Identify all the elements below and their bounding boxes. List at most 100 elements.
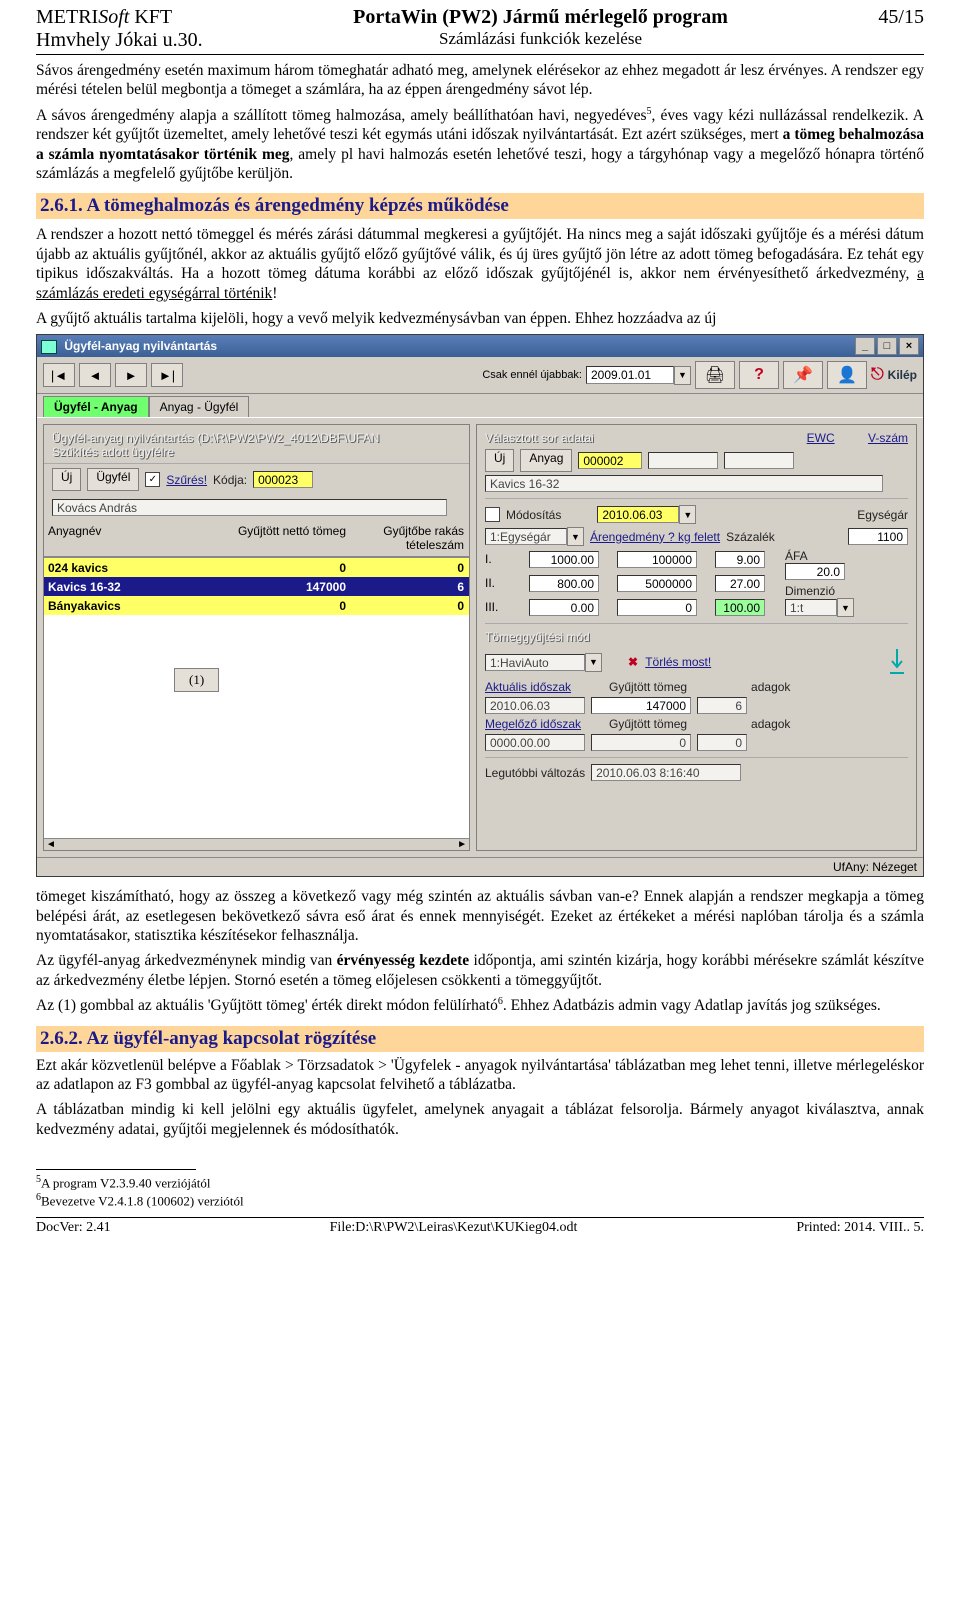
hdr-subtitle: Számlázási funkciók kezelése <box>353 29 728 49</box>
vat-label: ÁFA <box>785 549 908 563</box>
minimize-button[interactable]: _ <box>855 337 875 355</box>
col-anyagnev: Anyagnév <box>44 520 222 556</box>
exit-button[interactable]: ⎋ Kilép <box>871 366 917 384</box>
new-button[interactable]: Új <box>52 468 81 491</box>
print-icon[interactable]: 🖨 <box>695 361 735 389</box>
table-row[interactable]: 024 kavics 0 0 <box>44 558 469 577</box>
col-tetelszam: Gyűjtőbe rakás tételeszám <box>350 520 468 556</box>
akt-period-label: Aktuális időszak <box>485 680 595 694</box>
user-icon[interactable]: 👤 <box>827 361 867 389</box>
hdr-company: METRISoft KFT <box>36 6 203 29</box>
filter-label: Szűkítés adott ügyfélre <box>52 445 461 459</box>
refresh-icon[interactable] <box>886 647 908 677</box>
row-II-c[interactable]: 27.00 <box>715 575 765 592</box>
footer-docver: DocVer: 2.41 <box>36 1220 111 1236</box>
newer-than-label: Csak ennél újabbak: <box>482 370 582 381</box>
lastchange-value: 2010.06.03 8:16:40 <box>591 764 741 781</box>
filter-checkbox[interactable]: ✓ <box>145 472 160 487</box>
para-7: Az (1) gombbal az aktuális 'Gyűjtött töm… <box>36 996 924 1016</box>
nav-prev-button[interactable]: ◄ <box>79 363 111 387</box>
akt-gyt[interactable]: 147000 <box>591 697 691 714</box>
row-II-a[interactable]: 800.00 <box>529 575 599 592</box>
row-III-a[interactable]: 0.00 <box>529 599 599 616</box>
help-icon[interactable]: ? <box>739 361 779 389</box>
unitprice-label: Egységár <box>857 508 908 522</box>
footnote-6: 6Bevezetve V2.4.1.8 (100602) verziótól <box>36 1192 924 1209</box>
para-8: Ezt akár közvetlenül belépve a Főablak >… <box>36 1056 924 1095</box>
window-title: Ügyfél-anyag nyilvántartás <box>41 339 217 354</box>
meg-date: 0000.00.00 <box>485 734 585 751</box>
ewc-link[interactable]: EWC <box>807 431 835 445</box>
para-2: A sávos árengedmény alapja a szállított … <box>36 106 924 184</box>
para-4: A gyűjtő aktuális tartalma kijelöli, hog… <box>36 309 924 328</box>
masscollect-icon[interactable]: ▼ <box>585 653 602 672</box>
unit-combo-icon[interactable]: ▼ <box>567 527 584 546</box>
tab-anyag-ugyfel[interactable]: Anyag - Ügyfél <box>149 396 250 417</box>
dim-label: Dimenzió <box>785 584 908 598</box>
row-I-c[interactable]: 9.00 <box>715 551 765 568</box>
new-right-button[interactable]: Új <box>485 449 514 472</box>
unitprice-input[interactable]: 1100 <box>848 528 908 545</box>
vat-input[interactable]: 20.0 <box>785 563 845 580</box>
customer-button[interactable]: Ügyfél <box>87 468 139 491</box>
masscollect-label: Tömeggyűjtési mód <box>485 630 908 644</box>
meg-gyt: 0 <box>591 734 691 751</box>
vszam-link[interactable]: V-szám <box>868 431 908 445</box>
para-1: Sávos árengedmény esetén maximum három t… <box>36 61 924 100</box>
filter-link[interactable]: Szűrés! <box>166 473 207 487</box>
tab-ugyfel-anyag[interactable]: Ügyfél - Anyag <box>43 396 149 417</box>
date-dropdown-icon[interactable]: ▼ <box>674 366 691 385</box>
row-III-c[interactable]: 100.00 <box>715 599 765 616</box>
maximize-button[interactable]: □ <box>877 337 897 355</box>
unit-combo[interactable]: 1:Egységár <box>485 528 567 545</box>
material-name-field: Kavics 16-32 <box>485 475 883 492</box>
pin-icon[interactable]: 📌 <box>783 361 823 389</box>
meg-adag: 0 <box>697 734 747 751</box>
date-filter-input[interactable]: 2009.01.01 <box>586 366 674 384</box>
close-button[interactable]: × <box>899 337 919 355</box>
validity-date[interactable]: 2010.06.03 <box>597 506 679 523</box>
akt-date: 2010.06.03 <box>485 697 585 714</box>
modify-label: Módosítás <box>506 508 561 522</box>
nav-next-button[interactable]: ► <box>115 363 147 387</box>
co-pre: METRI <box>36 6 98 28</box>
footer-printed: Printed: 2014. VIII.. 5. <box>796 1220 924 1236</box>
dim-combo-icon[interactable]: ▼ <box>837 598 854 617</box>
date-dd-icon[interactable]: ▼ <box>679 505 696 524</box>
lastchange-label: Legutóbbi változás <box>485 766 585 780</box>
code-label: Kódja: <box>213 473 247 487</box>
meg-period-label: Megelőző időszak <box>485 717 595 731</box>
modify-checkbox[interactable] <box>485 507 500 522</box>
co-post: KFT <box>129 6 172 28</box>
hdr-page: 45/15 <box>878 6 924 29</box>
row-II-b[interactable]: 5000000 <box>617 575 697 592</box>
material-button[interactable]: Anyag <box>520 449 572 472</box>
row-II-lbl: II. <box>485 576 521 590</box>
table-row[interactable]: Kavics 16-32 147000 6 <box>44 577 469 596</box>
code-input[interactable]: 000023 <box>253 471 313 488</box>
h-scrollbar[interactable]: ◄► <box>44 838 469 850</box>
row-III-lbl: III. <box>485 600 521 614</box>
ewc-input[interactable] <box>648 452 718 469</box>
material-code[interactable]: 000002 <box>578 452 642 469</box>
row-I-b[interactable]: 100000 <box>617 551 697 568</box>
delete-now-button[interactable]: ✖ Törlés most! <box>628 655 711 669</box>
para-6: Az ügyfél-anyag árkedvezménynek mindig v… <box>36 951 924 990</box>
discount-label: Árengedmény ? kg felett <box>590 530 720 544</box>
nav-last-button[interactable]: ►| <box>151 363 183 387</box>
overlay-button-1[interactable]: (1) <box>174 668 219 692</box>
nav-first-button[interactable]: |◄ <box>43 363 75 387</box>
dim-combo[interactable]: 1:t <box>785 599 837 616</box>
percent-label: Százalék <box>726 530 775 544</box>
masscollect-combo[interactable]: 1:HaviAuto <box>485 654 585 671</box>
hdr-title: PortaWin (PW2) Jármű mérlegelő program <box>353 6 728 29</box>
row-III-b[interactable]: 0 <box>617 599 697 616</box>
db-path-label: Ügyfél-anyag nyilvántartás (D:\R\PW2\PW2… <box>52 431 461 445</box>
table-row[interactable]: Bányakavics 0 0 <box>44 596 469 615</box>
row-I-a[interactable]: 1000.00 <box>529 551 599 568</box>
vszam-input[interactable] <box>724 452 794 469</box>
para-9: A táblázatban mindig ki kell jelölni egy… <box>36 1100 924 1139</box>
gyt-label: Gyűjtött tömeg <box>609 680 687 694</box>
para-5: tömeget kiszámítható, hogy az összeg a k… <box>36 887 924 945</box>
akt-adag: 6 <box>697 697 747 714</box>
